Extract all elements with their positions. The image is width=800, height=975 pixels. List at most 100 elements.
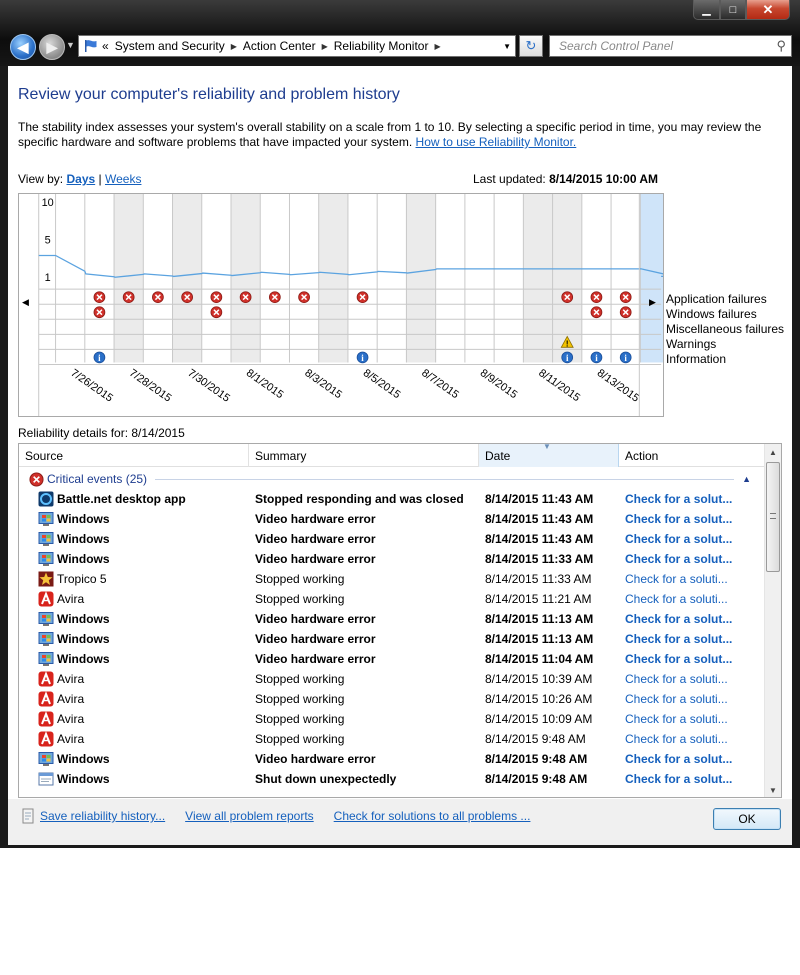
ok-button[interactable]: OK: [713, 808, 781, 830]
avira-icon: [38, 591, 54, 607]
recent-pages-dropdown[interactable]: ▼: [66, 40, 75, 50]
search-input[interactable]: Search Control Panel ⚲: [549, 35, 792, 57]
back-button[interactable]: ◀: [10, 34, 36, 60]
cell-source: Avira: [19, 591, 249, 607]
table-row[interactable]: Tropico 5 Stopped working 8/14/2015 11:3…: [19, 569, 764, 589]
date-tick-label: 8/13/2015: [595, 367, 642, 405]
table-row[interactable]: Avira Stopped working 8/14/2015 10:39 AM…: [19, 669, 764, 689]
search-icon[interactable]: ⚲: [776, 38, 786, 54]
scroll-thumb[interactable]: [766, 462, 780, 572]
table-row[interactable]: Avira Stopped working 8/14/2015 9:48 AM …: [19, 729, 764, 749]
close-button[interactable]: ✕: [746, 0, 790, 20]
table-row[interactable]: Windows Video hardware error 8/14/2015 1…: [19, 549, 764, 569]
view-reports-link[interactable]: View all problem reports: [185, 809, 314, 823]
check-solution-link[interactable]: Check for a solut...: [619, 632, 764, 646]
table-row[interactable]: Battle.net desktop app Stopped respondin…: [19, 489, 764, 509]
application-failure-icon: [152, 291, 164, 304]
column-header-source[interactable]: Source: [19, 444, 249, 467]
action-center-flag-icon: [85, 40, 97, 52]
breadcrumb-system-security[interactable]: System and Security: [115, 39, 225, 53]
view-weeks-link[interactable]: Weeks: [105, 172, 141, 186]
legend-information: Information: [666, 352, 727, 366]
cell-date: 8/14/2015 10:09 AM: [485, 712, 593, 726]
chart-column: [260, 194, 290, 363]
stability-chart[interactable]: 10 5 1! i i i i i 7/26/2015 7/28/2015 7/30/2015 8/1…: [18, 193, 664, 417]
chart-scroll-left-icon[interactable]: ◀: [22, 297, 29, 308]
check-solution-link[interactable]: Check for a soluti...: [619, 712, 764, 726]
cell-source: Windows: [19, 651, 249, 667]
check-solution-link[interactable]: Check for a soluti...: [619, 572, 764, 586]
table-row[interactable]: Windows Video hardware error 8/14/2015 1…: [19, 649, 764, 669]
chart-column: [464, 194, 495, 363]
application-failure-icon: [561, 291, 574, 304]
legend-application-failures: Application failures: [666, 292, 767, 306]
chart-column: [55, 194, 85, 363]
chevron-up-icon[interactable]: ▲: [742, 474, 751, 484]
tropico-star-icon: [38, 571, 54, 587]
table-row[interactable]: Avira Stopped working 8/14/2015 10:09 AM…: [19, 709, 764, 729]
chevron-down-icon[interactable]: ▼: [503, 42, 511, 51]
check-solutions-link[interactable]: Check for solutions to all problems ...: [334, 809, 531, 823]
breadcrumb-reliability-monitor[interactable]: Reliability Monitor: [334, 39, 429, 53]
cell-date: 8/14/2015 10:26 AM: [485, 692, 593, 706]
refresh-button[interactable]: ↻: [519, 35, 543, 57]
table-row[interactable]: Windows Shut down unexpectedly 8/14/2015…: [19, 769, 764, 789]
column-header-summary[interactable]: Summary: [249, 444, 479, 467]
scroll-down-icon[interactable]: ▼: [765, 782, 781, 797]
windows-monitor-icon: [38, 751, 54, 767]
windows-monitor-icon: [38, 611, 54, 627]
date-tick-label: 8/5/2015: [361, 367, 403, 401]
table-row[interactable]: Avira Stopped working 8/14/2015 11:21 AM…: [19, 589, 764, 609]
save-history-link[interactable]: Save reliability history...: [40, 809, 165, 823]
help-link[interactable]: How to use Reliability Monitor.: [416, 135, 577, 149]
chevron-right-icon[interactable]: ▶: [231, 42, 237, 51]
chevron-right-icon[interactable]: ▶: [322, 42, 328, 51]
cell-summary: Stopped working: [255, 692, 345, 706]
address-overflow[interactable]: «: [102, 39, 109, 53]
table-row[interactable]: Windows Video hardware error 8/14/2015 1…: [19, 609, 764, 629]
table-row[interactable]: Windows Video hardware error 8/14/2015 1…: [19, 529, 764, 549]
forward-button[interactable]: ▶: [39, 34, 65, 60]
check-solution-link[interactable]: Check for a solut...: [619, 532, 764, 546]
check-solution-link[interactable]: Check for a solut...: [619, 652, 764, 666]
details-grid[interactable]: Source Summary ▼ Date Action Critical ev…: [18, 443, 782, 798]
column-header-action[interactable]: Action: [619, 444, 764, 467]
chart-scroll-right-icon[interactable]: ▶: [649, 297, 656, 308]
table-row[interactable]: Windows Video hardware error 8/14/2015 9…: [19, 749, 764, 769]
critical-events-group[interactable]: Critical events (25) ▲: [29, 471, 751, 487]
minimize-button[interactable]: ▁: [693, 0, 720, 20]
table-row[interactable]: Windows Video hardware error 8/14/2015 1…: [19, 509, 764, 529]
check-solution-link[interactable]: Check for a solut...: [619, 772, 764, 786]
information-icon: i: [619, 351, 632, 364]
check-solution-link[interactable]: Check for a solut...: [619, 552, 764, 566]
check-solution-link[interactable]: Check for a solut...: [619, 492, 764, 506]
scroll-up-icon[interactable]: ▲: [765, 444, 781, 461]
check-solution-link[interactable]: Check for a solut...: [619, 612, 764, 626]
maximize-button[interactable]: □: [720, 0, 746, 20]
cell-summary: Video hardware error: [255, 632, 376, 646]
date-tick-label: 8/1/2015: [244, 367, 286, 401]
window-frame: ▁ □ ✕ ◀ ▶ ▼ « System and Security ▶ Acti…: [0, 0, 800, 848]
check-solution-link[interactable]: Check for a solut...: [619, 512, 764, 526]
check-solution-link[interactable]: Check for a solut...: [619, 752, 764, 766]
source-text: Avira: [57, 672, 85, 686]
cell-source: Windows: [19, 631, 249, 647]
check-solution-link[interactable]: Check for a soluti...: [619, 692, 764, 706]
cell-date: 8/14/2015 9:48 AM: [485, 772, 588, 786]
address-bar[interactable]: « System and Security ▶ Action Center ▶ …: [78, 35, 516, 57]
view-days-link[interactable]: Days: [66, 172, 95, 186]
check-solution-link[interactable]: Check for a soluti...: [619, 732, 764, 746]
cell-date: 8/14/2015 11:13 AM: [485, 612, 594, 626]
last-updated-value: 8/14/2015 10:00 AM: [549, 172, 659, 186]
table-row[interactable]: Windows Video hardware error 8/14/2015 1…: [19, 629, 764, 649]
check-solution-link[interactable]: Check for a soluti...: [619, 592, 764, 606]
source-text: Windows: [57, 632, 110, 646]
chart-column: [201, 194, 231, 363]
check-solution-link[interactable]: Check for a soluti...: [619, 672, 764, 686]
chevron-right-icon[interactable]: ▶: [434, 42, 440, 51]
breadcrumb-action-center[interactable]: Action Center: [243, 39, 316, 53]
column-header-date[interactable]: ▼ Date: [479, 444, 619, 467]
table-row[interactable]: Avira Stopped working 8/14/2015 10:26 AM…: [19, 689, 764, 709]
vertical-scrollbar[interactable]: ▲ ▼: [764, 444, 781, 797]
search-placeholder: Search Control Panel: [559, 39, 674, 53]
